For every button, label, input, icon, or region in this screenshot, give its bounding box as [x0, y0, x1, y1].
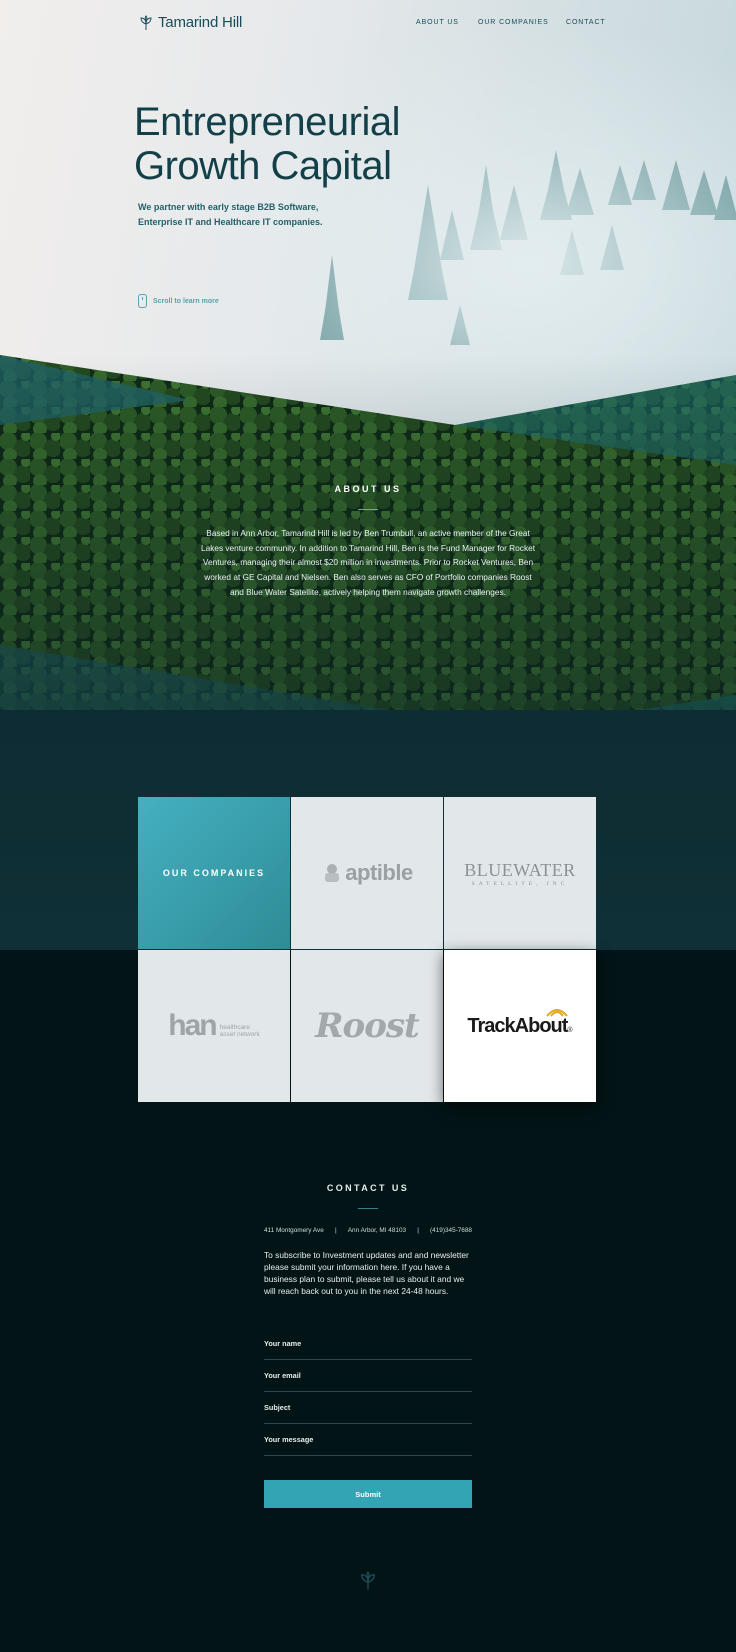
nav-contact[interactable]: Contact [566, 19, 606, 26]
our-companies-title: OUR COMPANIES [162, 868, 266, 878]
nav-about-us[interactable]: About Us [416, 19, 459, 26]
nav-our-companies[interactable]: Our Companies [478, 19, 549, 26]
about-title: ABOUT US [334, 484, 402, 494]
about-body: Based in Ann Arbor, Tamarind Hill is led… [200, 528, 536, 597]
aptible-wordmark: aptible [345, 860, 413, 885]
contact-divider [358, 1208, 378, 1209]
message-input[interactable] [264, 1445, 472, 1454]
hero-title: Entrepreneurial Growth Capital [134, 100, 401, 188]
message-field-label: Your message [264, 1435, 314, 1444]
email-field-label: Your email [264, 1371, 301, 1380]
email-input[interactable] [264, 1381, 472, 1390]
phone-number[interactable]: (419)345-7688 [430, 1227, 472, 1234]
message-field[interactable]: Your message [264, 1435, 472, 1456]
logo-text: Tamarind Hill [158, 14, 243, 31]
email-field[interactable]: Your email [264, 1371, 472, 1392]
contact-address-line: 411 Montgomery Ave | Ann Arbor, MI 48103… [264, 1227, 472, 1234]
name-field[interactable]: Your name [264, 1339, 472, 1360]
registered-mark: ® [567, 1026, 573, 1034]
bluewater-wordmark: BLUEWATER [464, 859, 576, 880]
address-separator: | [334, 1227, 337, 1234]
han-subtext: healthcare asset network [219, 1024, 260, 1038]
site-logo[interactable]: Tamarind Hill [138, 14, 242, 31]
address-separator: | [417, 1227, 419, 1234]
trackabout-logo: TrackAbout ® [467, 1008, 573, 1038]
hero-title-line1: Entrepreneurial [134, 100, 401, 144]
subject-field[interactable]: Subject [264, 1403, 472, 1424]
bluewater-subtext: SATELLITE, INC [471, 880, 569, 887]
our-companies-tile: OUR COMPANIES [138, 797, 290, 949]
company-tile-bluewater[interactable]: BLUEWATER SATELLITE, INC [444, 797, 596, 949]
hero-subtitle-line1: We partner with early stage B2B Software… [138, 202, 319, 212]
leaf-logo-icon [140, 14, 152, 30]
scroll-label: Scroll to learn more [153, 297, 219, 305]
footer-leaf-logo-icon [361, 1571, 375, 1590]
han-logo: han healthcare asset network [168, 1009, 260, 1042]
han-wordmark: han [168, 1009, 217, 1042]
contact-intro: To subscribe to Investment updates and a… [264, 1250, 469, 1296]
subject-field-label: Subject [264, 1403, 291, 1412]
hero-subtitle-line2: Enterprise IT and Healthcare IT companie… [138, 217, 323, 227]
submit-button[interactable]: Submit [264, 1480, 472, 1508]
company-tile-trackabout[interactable]: TrackAbout ® [444, 950, 596, 1102]
mouse-icon [138, 294, 147, 308]
hero-title-line2: Growth Capital [134, 144, 392, 188]
company-tile-aptible[interactable]: aptible [291, 797, 443, 949]
roost-wordmark: Roost [315, 1006, 419, 1046]
company-tile-han[interactable]: han healthcare asset network [138, 950, 290, 1102]
subject-input[interactable] [264, 1413, 472, 1422]
company-tile-roost[interactable]: Roost [291, 950, 443, 1102]
aptible-logo: aptible [321, 860, 413, 886]
aptible-mark-icon [325, 864, 340, 882]
city-address: Ann Arbor, MI 48103 [347, 1227, 407, 1234]
street-address: 411 Montgomery Ave [264, 1227, 324, 1234]
name-input[interactable] [264, 1349, 472, 1358]
bluewater-logo: BLUEWATER SATELLITE, INC [464, 860, 576, 887]
scroll-indicator[interactable]: Scroll to learn more [138, 294, 219, 308]
name-field-label: Your name [264, 1339, 302, 1348]
trackabout-wordmark: TrackAbout [467, 1014, 568, 1037]
signal-waves-icon [545, 1008, 568, 1017]
about-divider [358, 509, 378, 510]
hero-subtitle: We partner with early stage B2B Software… [138, 200, 323, 230]
contact-title: CONTACT US [326, 1183, 410, 1193]
